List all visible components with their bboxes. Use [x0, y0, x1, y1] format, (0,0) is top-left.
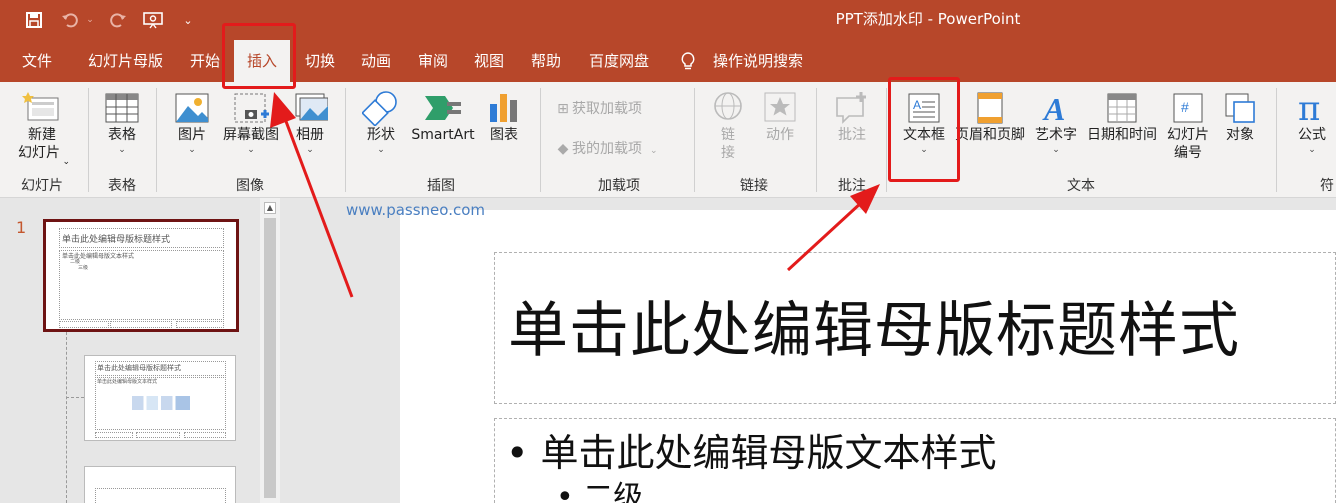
arrow-to-textbox [786, 200, 864, 272]
arrow-to-insert-tab [282, 115, 354, 298]
annotation-arrows [270, 92, 880, 298]
arrow-head-insert [270, 92, 296, 128]
